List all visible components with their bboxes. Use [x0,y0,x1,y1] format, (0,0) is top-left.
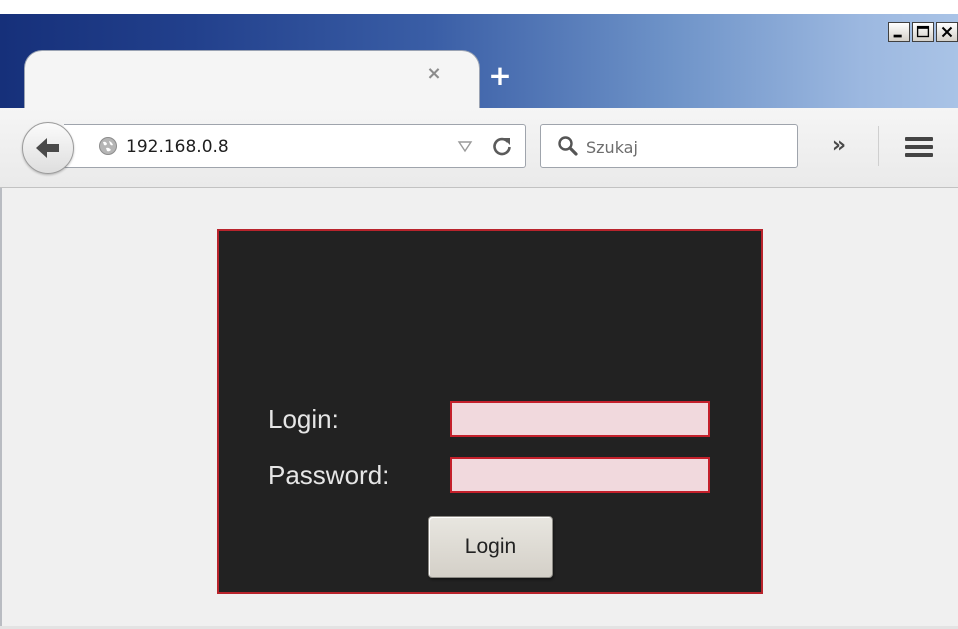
globe-icon [99,137,117,155]
window-controls [886,22,958,44]
dropdown-triangle-icon[interactable] [456,138,474,154]
maximize-button[interactable] [912,22,934,42]
minimize-icon [893,34,902,38]
login-input[interactable] [450,401,710,437]
password-input[interactable] [450,457,710,493]
overflow-chevron-icon[interactable]: » [824,132,854,160]
login-button[interactable]: Login [428,516,553,578]
reload-icon[interactable] [490,134,514,158]
active-tab[interactable] [24,50,480,110]
maximize-icon [916,25,930,38]
search-icon [558,136,578,156]
hamburger-menu-icon[interactable] [902,134,936,160]
back-button[interactable] [22,122,74,174]
window-top-edge [0,0,958,14]
new-tab-icon[interactable]: + [486,62,514,90]
toolbar-separator [878,126,879,166]
close-icon [941,26,953,38]
minimize-button[interactable] [888,22,910,42]
close-button[interactable] [936,22,958,42]
tab-close-icon[interactable]: × [424,64,444,84]
url-text[interactable]: 192.168.0.8 [126,134,229,160]
back-arrow-icon [36,138,59,158]
password-label: Password: [268,460,390,490]
search-input[interactable] [586,134,786,160]
login-label: Login: [268,404,339,434]
